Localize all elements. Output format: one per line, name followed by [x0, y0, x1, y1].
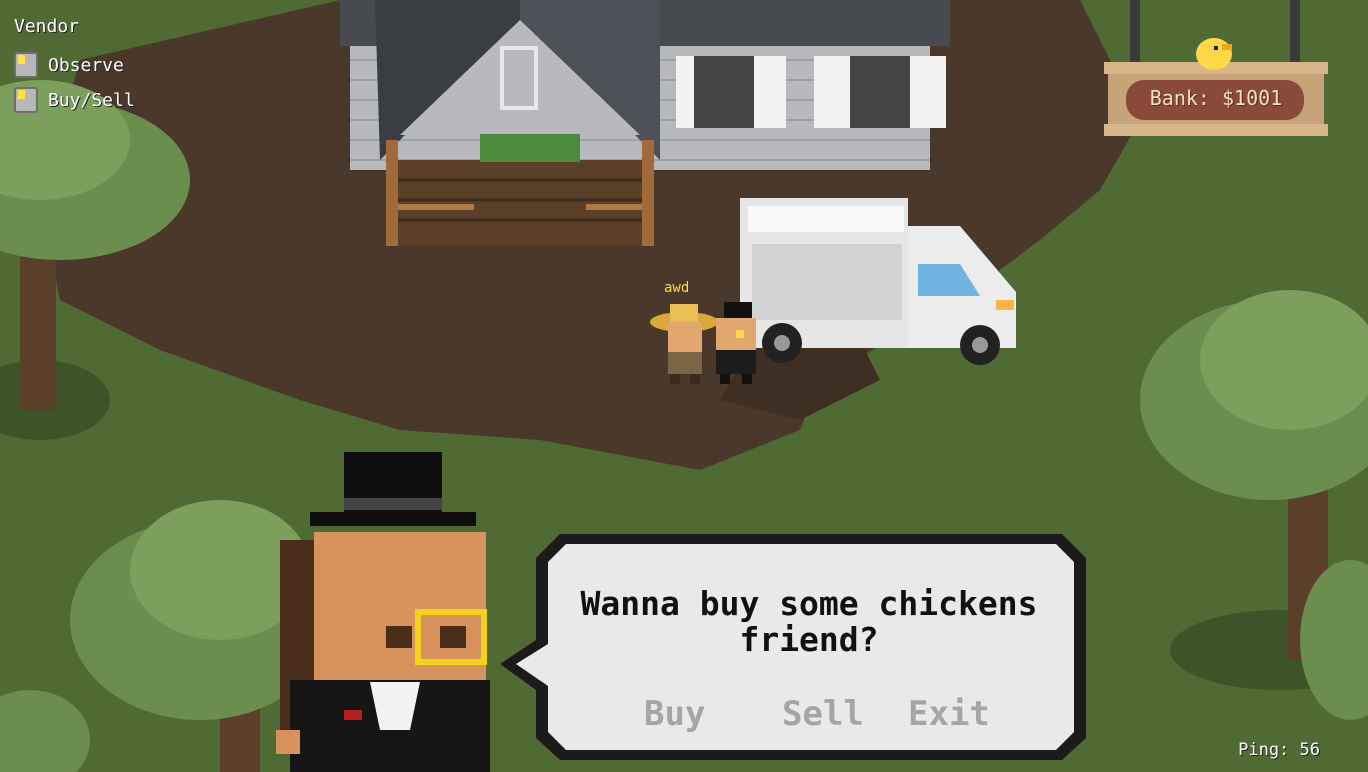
player-name: awd: [664, 280, 690, 296]
observe-label: Observe: [48, 54, 124, 76]
exit-button[interactable]: Exit: [908, 694, 990, 734]
buy-button[interactable]: Buy: [644, 694, 705, 734]
sell-button[interactable]: Sell: [782, 694, 864, 734]
key-icon: [14, 87, 38, 113]
dialog-message: Wanna buy some chickens friend?: [580, 584, 1038, 659]
buy-sell-label: Buy/Sell: [48, 89, 135, 111]
ping-readout: Ping: 56: [1238, 740, 1320, 760]
buy-sell-action[interactable]: Buy/Sell: [14, 87, 135, 113]
vendor-title: Vendor: [14, 16, 80, 37]
bank-balance: Bank: $1001: [1149, 86, 1283, 110]
chick-icon: [1196, 38, 1232, 70]
observe-action[interactable]: Observe: [14, 52, 124, 78]
key-icon: [14, 52, 38, 78]
